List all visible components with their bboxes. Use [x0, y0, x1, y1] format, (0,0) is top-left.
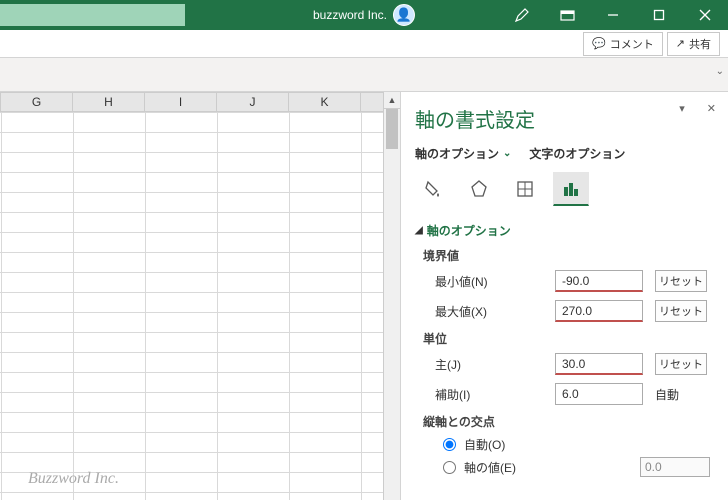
ribbon-display-icon[interactable] [544, 0, 590, 30]
close-button[interactable] [682, 0, 728, 30]
ribbon-bar: 💬 コメント ↗ 共有 [0, 30, 728, 58]
fill-icon[interactable] [415, 172, 451, 206]
cross-auto-radio[interactable] [443, 438, 456, 451]
reset-max-button[interactable]: リセット [655, 300, 707, 322]
share-icon: ↗ [676, 37, 685, 50]
col-header[interactable]: G [1, 93, 73, 111]
group-bounds: 境界値 [423, 247, 714, 264]
pane-controls: ▾ ✕ [679, 102, 716, 115]
col-header[interactable]: K [289, 93, 361, 111]
pane-title: 軸の書式設定 [415, 104, 714, 133]
formula-expand-icon[interactable]: ⌄ [716, 66, 724, 77]
pane-tabs: 軸のオプション ⌄ 文字のオプション [415, 145, 714, 162]
tab-axis-options[interactable]: 軸のオプション ⌄ [415, 145, 511, 162]
share-label: 共有 [689, 36, 711, 52]
cross-auto-row[interactable]: 自動(O) [443, 436, 714, 453]
group-units: 単位 [423, 330, 714, 347]
tab-text-options[interactable]: 文字のオプション [529, 145, 625, 162]
row-max: 最大値(X) リセット [415, 300, 714, 322]
minor-label: 補助(I) [435, 386, 555, 403]
format-axis-pane: ▾ ✕ 軸の書式設定 軸のオプション ⌄ 文字のオプション [400, 92, 728, 500]
sheet-cells[interactable] [0, 112, 383, 500]
titlebar: buzzword Inc. 👤 [0, 0, 728, 30]
max-input[interactable] [555, 300, 643, 322]
spreadsheet-grid[interactable]: G H I J K Buzzword Inc. [0, 92, 383, 500]
cross-value-row[interactable]: 軸の値(E) [443, 457, 714, 477]
vertical-scrollbar[interactable]: ▲ [383, 92, 400, 500]
formula-bar-area: ⌄ [0, 58, 728, 92]
user-avatar[interactable]: 👤 [393, 4, 415, 26]
group-cross: 縦軸との交点 [423, 413, 714, 430]
scroll-thumb[interactable] [386, 109, 398, 149]
titlebar-center: buzzword Inc. 👤 [313, 4, 415, 26]
gridlines [0, 112, 383, 500]
row-major: 主(J) リセット [415, 353, 714, 375]
pen-icon[interactable] [498, 0, 544, 30]
size-icon[interactable] [507, 172, 543, 206]
reset-major-button[interactable]: リセット [655, 353, 707, 375]
comment-label: コメント [610, 36, 654, 52]
col-header[interactable]: I [145, 93, 217, 111]
share-button[interactable]: ↗ 共有 [667, 32, 720, 56]
main-area: G H I J K Buzzword Inc. ▲ ▾ ✕ 軸の書式設定 [0, 92, 728, 500]
pane-menu-icon[interactable]: ▾ [679, 102, 685, 115]
collapse-triangle-icon: ◢ [415, 225, 423, 236]
cross-value-radio[interactable] [443, 461, 456, 474]
quick-access-area [0, 4, 185, 26]
min-label: 最小値(N) [435, 273, 555, 290]
column-headers: G H I J K [0, 92, 383, 112]
app-title: buzzword Inc. [313, 8, 387, 22]
scroll-up-icon[interactable]: ▲ [384, 92, 400, 109]
maximize-button[interactable] [636, 0, 682, 30]
comment-button[interactable]: 💬 コメント [583, 32, 663, 56]
minor-auto-label: 自動 [655, 386, 679, 403]
max-label: 最大値(X) [435, 303, 555, 320]
chevron-down-icon: ⌄ [503, 148, 511, 159]
row-min: 最小値(N) リセット [415, 270, 714, 292]
axis-options-icon[interactable] [553, 172, 589, 206]
grid-side: G H I J K Buzzword Inc. ▲ [0, 92, 400, 500]
scroll-track[interactable] [384, 109, 400, 500]
comment-icon: 💬 [592, 37, 606, 50]
titlebar-controls [498, 0, 728, 30]
col-header[interactable]: H [73, 93, 145, 111]
watermark: Buzzword Inc. [28, 470, 119, 488]
effects-icon[interactable] [461, 172, 497, 206]
major-input[interactable] [555, 353, 643, 375]
col-header[interactable]: J [217, 93, 289, 111]
pane-close-icon[interactable]: ✕ [707, 102, 716, 115]
section-axis-options[interactable]: ◢ 軸のオプション [415, 222, 714, 239]
min-input[interactable] [555, 270, 643, 292]
cross-value-input [640, 457, 710, 477]
reset-min-button[interactable]: リセット [655, 270, 707, 292]
row-minor: 補助(I) 自動 [415, 383, 714, 405]
minor-input[interactable] [555, 383, 643, 405]
major-label: 主(J) [435, 356, 555, 373]
cross-value-label: 軸の値(E) [464, 459, 516, 476]
minimize-button[interactable] [590, 0, 636, 30]
cross-auto-label: 自動(O) [464, 436, 505, 453]
pane-icon-tabs [415, 172, 714, 206]
